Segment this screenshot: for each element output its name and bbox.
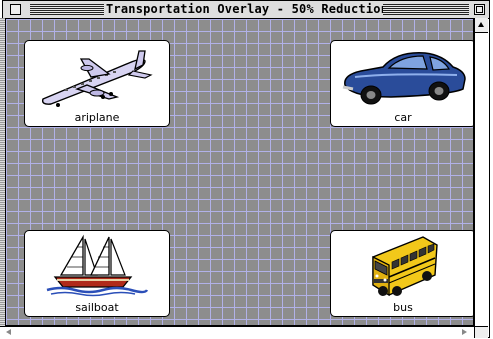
title-bar[interactable]: Transportation Overlay - 50% Reduction — [3, 1, 489, 19]
airplane-icon — [41, 50, 153, 107]
sailboat-icon — [46, 234, 149, 297]
window-title: Transportation Overlay - 50% Reduction — [106, 2, 389, 17]
scroll-up-arrow-icon[interactable] — [475, 18, 488, 33]
car-label: car — [394, 111, 412, 124]
sailboat-label: sailboat — [75, 301, 119, 314]
grid-canvas: ariplane car sailboat bus — [5, 18, 474, 326]
close-box[interactable] — [10, 4, 21, 15]
airplane-card[interactable]: ariplane — [24, 40, 170, 127]
title-bar-stripes-right — [383, 4, 469, 15]
scroll-right-arrow-icon[interactable] — [460, 328, 470, 337]
scroll-left-arrow-icon[interactable] — [4, 328, 14, 337]
airplane-label: ariplane — [74, 111, 120, 124]
car-icon — [342, 52, 466, 105]
bus-label: bus — [393, 301, 413, 314]
title-bar-stripes-left — [30, 4, 104, 15]
vertical-scrollbar[interactable] — [474, 18, 488, 326]
car-card[interactable]: car — [330, 40, 473, 127]
sailboat-card[interactable]: sailboat — [24, 230, 170, 317]
resize-grow-box[interactable] — [474, 326, 488, 338]
bus-card[interactable]: bus — [330, 230, 473, 317]
bus-icon — [372, 236, 438, 297]
horizontal-scrollbar[interactable] — [0, 326, 474, 338]
zoom-box[interactable] — [474, 4, 485, 15]
